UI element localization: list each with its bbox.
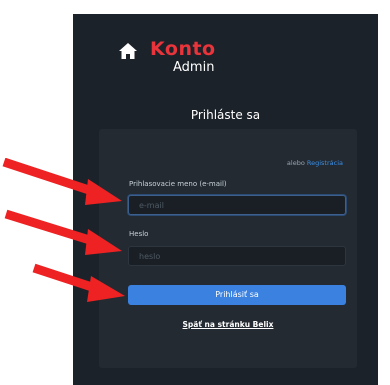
login-card: alebo Registrácia Prihlasovacie meno (e-… (99, 129, 357, 368)
register-prefix: alebo (286, 159, 305, 167)
login-button[interactable]: Prihlásiť sa (128, 285, 346, 305)
email-label: Prihlasovacie meno (e-mail) (129, 180, 227, 188)
brand-name: Konto (150, 38, 216, 60)
home-icon (119, 43, 137, 59)
register-link[interactable]: Registrácia (307, 159, 343, 167)
password-field[interactable] (128, 246, 346, 266)
back-to-site-link[interactable]: Späť na stránku Belix (99, 320, 357, 329)
arrow-annotation-icon (32, 263, 125, 302)
register-hint: alebo Registrácia (287, 159, 343, 167)
email-field[interactable] (128, 195, 346, 215)
password-label: Heslo (129, 230, 149, 238)
arrow-annotation-icon (4, 209, 122, 255)
arrow-annotation-icon (2, 158, 122, 205)
brand-subtitle: Admin (173, 60, 215, 75)
brand-logo: Konto Admin (118, 38, 308, 88)
page-title: Prihláste sa (190, 108, 261, 122)
